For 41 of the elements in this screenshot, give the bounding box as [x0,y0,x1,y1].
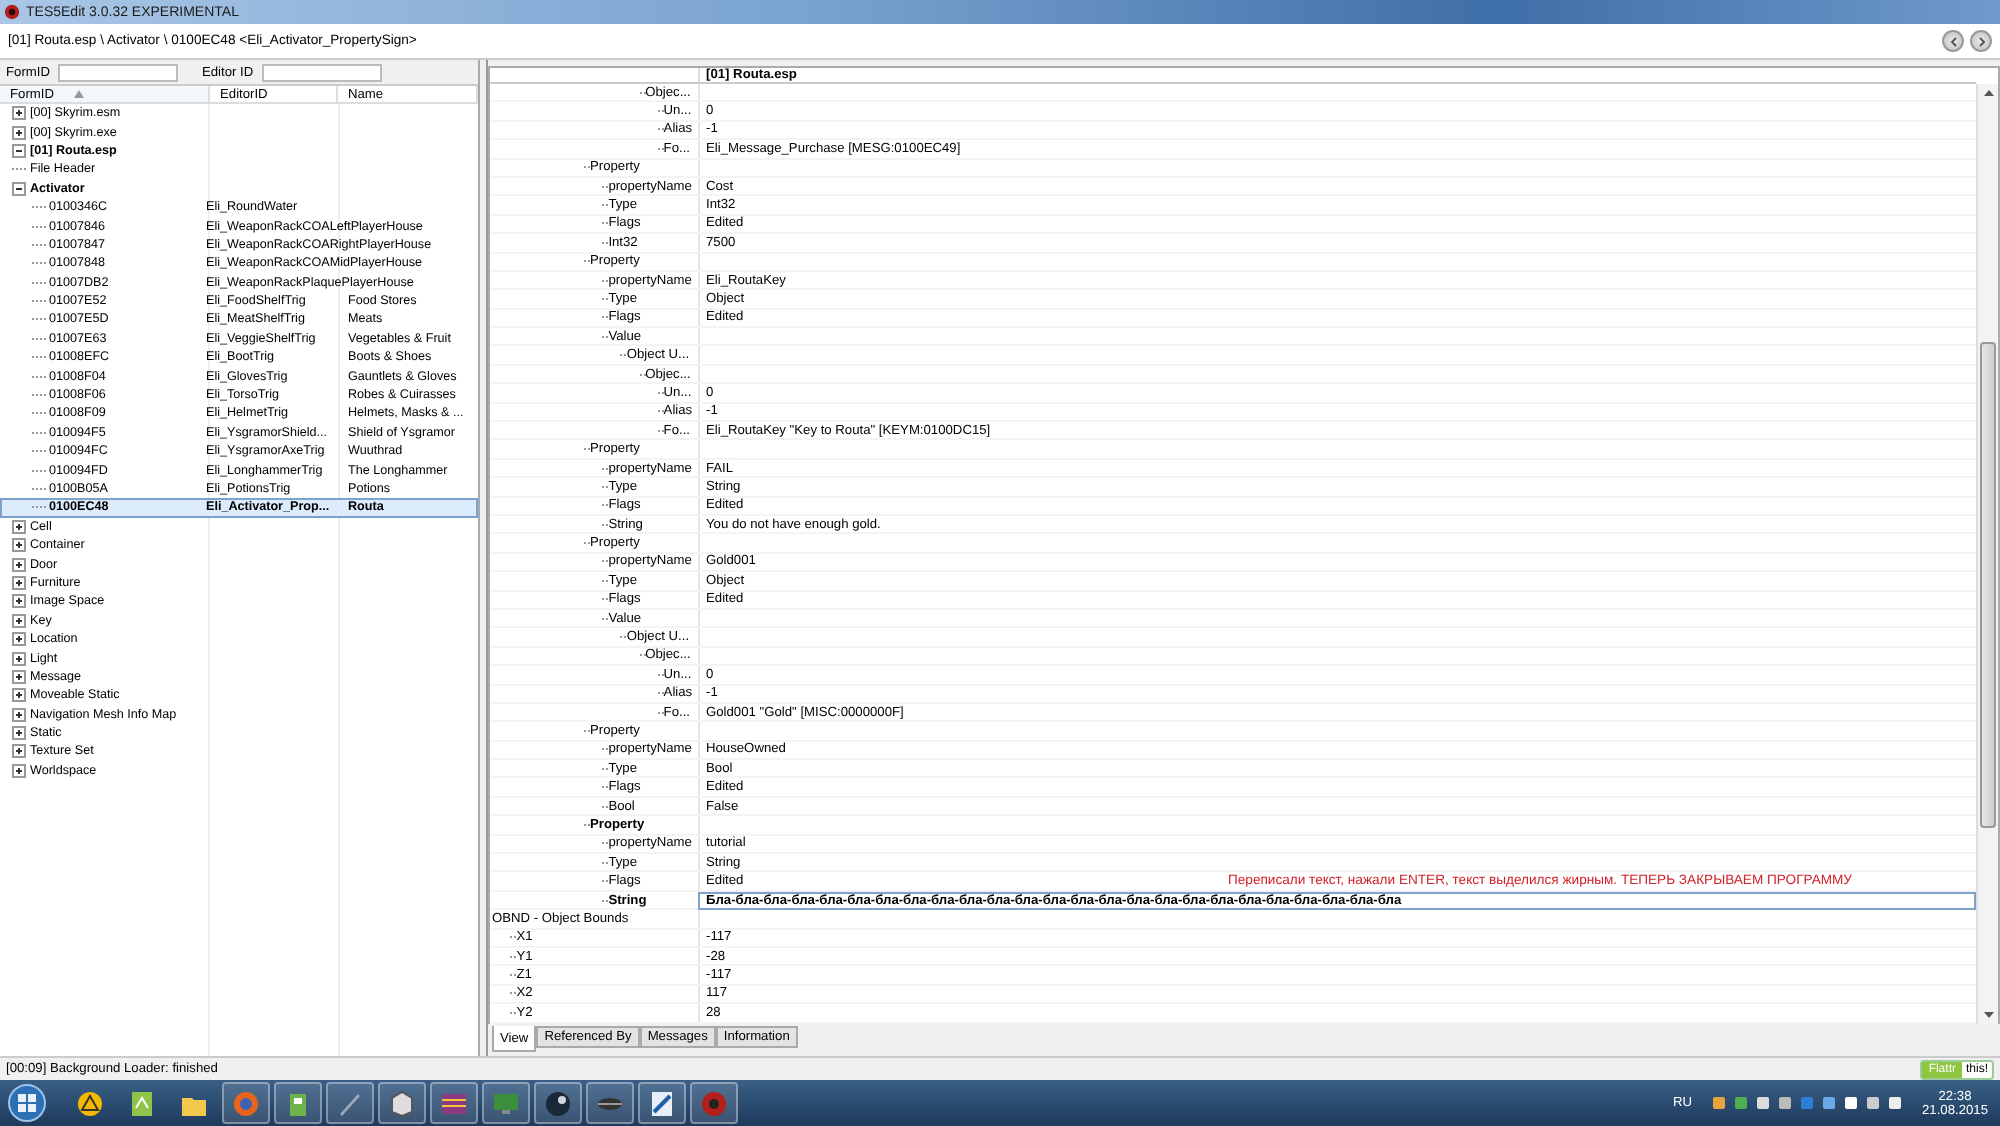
box-icon [284,1089,312,1117]
taskbar-button[interactable] [430,1082,478,1124]
monitor-icon [492,1089,520,1117]
archive-icon [440,1089,468,1117]
document-icon [128,1089,156,1117]
expand-icon[interactable] [12,688,26,703]
pen-icon [336,1089,364,1117]
collapse-icon[interactable] [12,181,26,196]
expand-icon[interactable] [12,632,26,647]
taskbar-button[interactable] [586,1082,634,1124]
expand-icon[interactable] [12,707,26,722]
expand-icon[interactable] [12,538,26,553]
expand-icon[interactable] [12,106,26,121]
scrollbar[interactable] [1976,84,1998,1024]
browser-icon [232,1089,260,1117]
app-logo-icon [700,1089,728,1117]
expand-icon[interactable] [12,669,26,684]
expand-icon[interactable] [12,763,26,778]
taskbar-button[interactable] [534,1082,582,1124]
sort-ascending-icon [73,90,84,98]
expand-icon[interactable] [12,125,26,140]
expand-icon[interactable] [12,519,26,534]
app-logo-icon [4,4,20,20]
expand-icon[interactable] [12,651,26,666]
forward-button[interactable] [1970,30,1992,52]
scroll-thumb[interactable] [1980,342,1996,828]
expand-icon[interactable] [12,726,26,741]
expand-icon[interactable] [12,613,26,628]
expand-icon[interactable] [12,575,26,590]
taskbar-button[interactable] [690,1082,738,1124]
back-button[interactable] [1942,30,1964,52]
filter-input[interactable] [57,63,178,81]
expand-icon[interactable] [12,594,26,609]
filter-input[interactable] [261,63,382,81]
start-button[interactable] [8,1084,46,1122]
taskbar-button[interactable] [378,1082,426,1124]
collapse-icon[interactable] [12,143,26,158]
taskbar-button[interactable] [274,1082,322,1124]
expand-icon[interactable] [12,744,26,759]
expand-icon[interactable] [12,557,26,572]
taskbar-button[interactable] [638,1082,686,1124]
